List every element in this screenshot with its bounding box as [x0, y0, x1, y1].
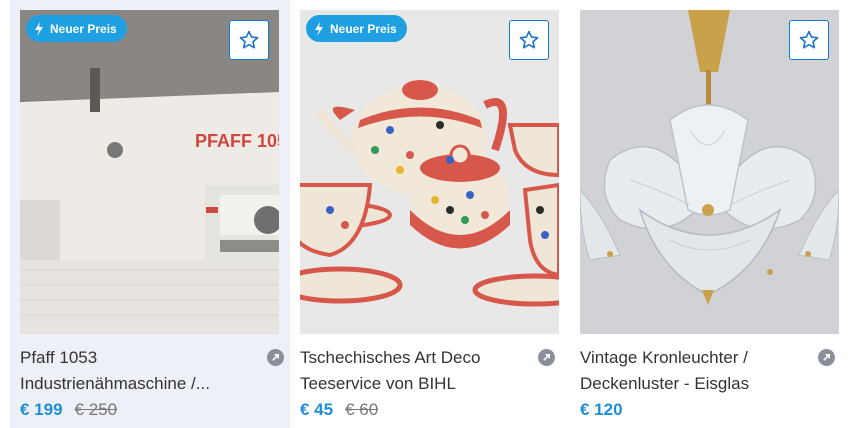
favorite-button[interactable] [229, 20, 269, 60]
old-price: € 60 [345, 400, 379, 419]
product-card-pfaff[interactable]: PFAFF 1053 Neuer Preis Pfaff 1053 Indust… [10, 0, 290, 428]
star-outline-icon [239, 30, 259, 49]
star-outline-icon [519, 30, 539, 49]
new-price-badge: Neuer Preis [306, 15, 407, 42]
external-link-button[interactable] [538, 349, 555, 366]
product-title[interactable]: Vintage Kronleuchter / Deckenluster - Ei… [580, 345, 820, 397]
arrow-up-right-icon [272, 353, 280, 361]
product-title[interactable]: Pfaff 1053 Industrienähmaschine /... [20, 345, 260, 397]
favorite-button[interactable] [509, 20, 549, 60]
current-price: € 120 [580, 400, 623, 419]
badge-label: Neuer Preis [50, 21, 117, 36]
product-image-tea-service[interactable]: Neuer Preis [300, 10, 559, 334]
price-row: € 45 € 60 [300, 400, 378, 420]
external-link-button[interactable] [818, 349, 835, 366]
product-title-line1: Vintage Kronleuchter / [580, 348, 748, 367]
arrow-up-right-icon [823, 353, 831, 361]
current-price: € 45 [300, 400, 334, 419]
product-card-tea-service[interactable]: Neuer Preis Tschechisches Art Deco Teese… [300, 0, 580, 428]
product-title[interactable]: Tschechisches Art Deco Teeservice von BI… [300, 345, 540, 397]
pfaff-logo-text: PFAFF 1053 [195, 131, 279, 151]
badge-label: Neuer Preis [330, 21, 397, 36]
product-title-line1: Tschechisches Art Deco [300, 348, 481, 367]
current-price: € 199 [20, 400, 63, 419]
product-image-chandelier[interactable] [580, 10, 839, 334]
product-image-sewing-machine[interactable]: PFAFF 1053 Neuer Preis [20, 10, 279, 334]
price-row: € 120 [580, 400, 623, 420]
lightning-icon [315, 21, 323, 36]
product-card-chandelier[interactable]: Vintage Kronleuchter / Deckenluster - Ei… [580, 0, 860, 428]
product-title-line1: Pfaff 1053 [20, 348, 98, 367]
arrow-up-right-icon [543, 353, 551, 361]
star-outline-icon [799, 30, 819, 49]
price-row: € 199 € 250 [20, 400, 117, 420]
product-title-line2: Teeservice von BIHL [300, 374, 456, 393]
lightning-icon [35, 21, 43, 36]
favorite-button[interactable] [789, 20, 829, 60]
product-title-line2: Deckenluster - Eisglas [580, 374, 750, 393]
product-title-line2: Industrienähmaschine /... [20, 374, 210, 393]
old-price: € 250 [74, 400, 118, 419]
external-link-button[interactable] [267, 349, 284, 366]
new-price-badge: Neuer Preis [26, 15, 127, 42]
